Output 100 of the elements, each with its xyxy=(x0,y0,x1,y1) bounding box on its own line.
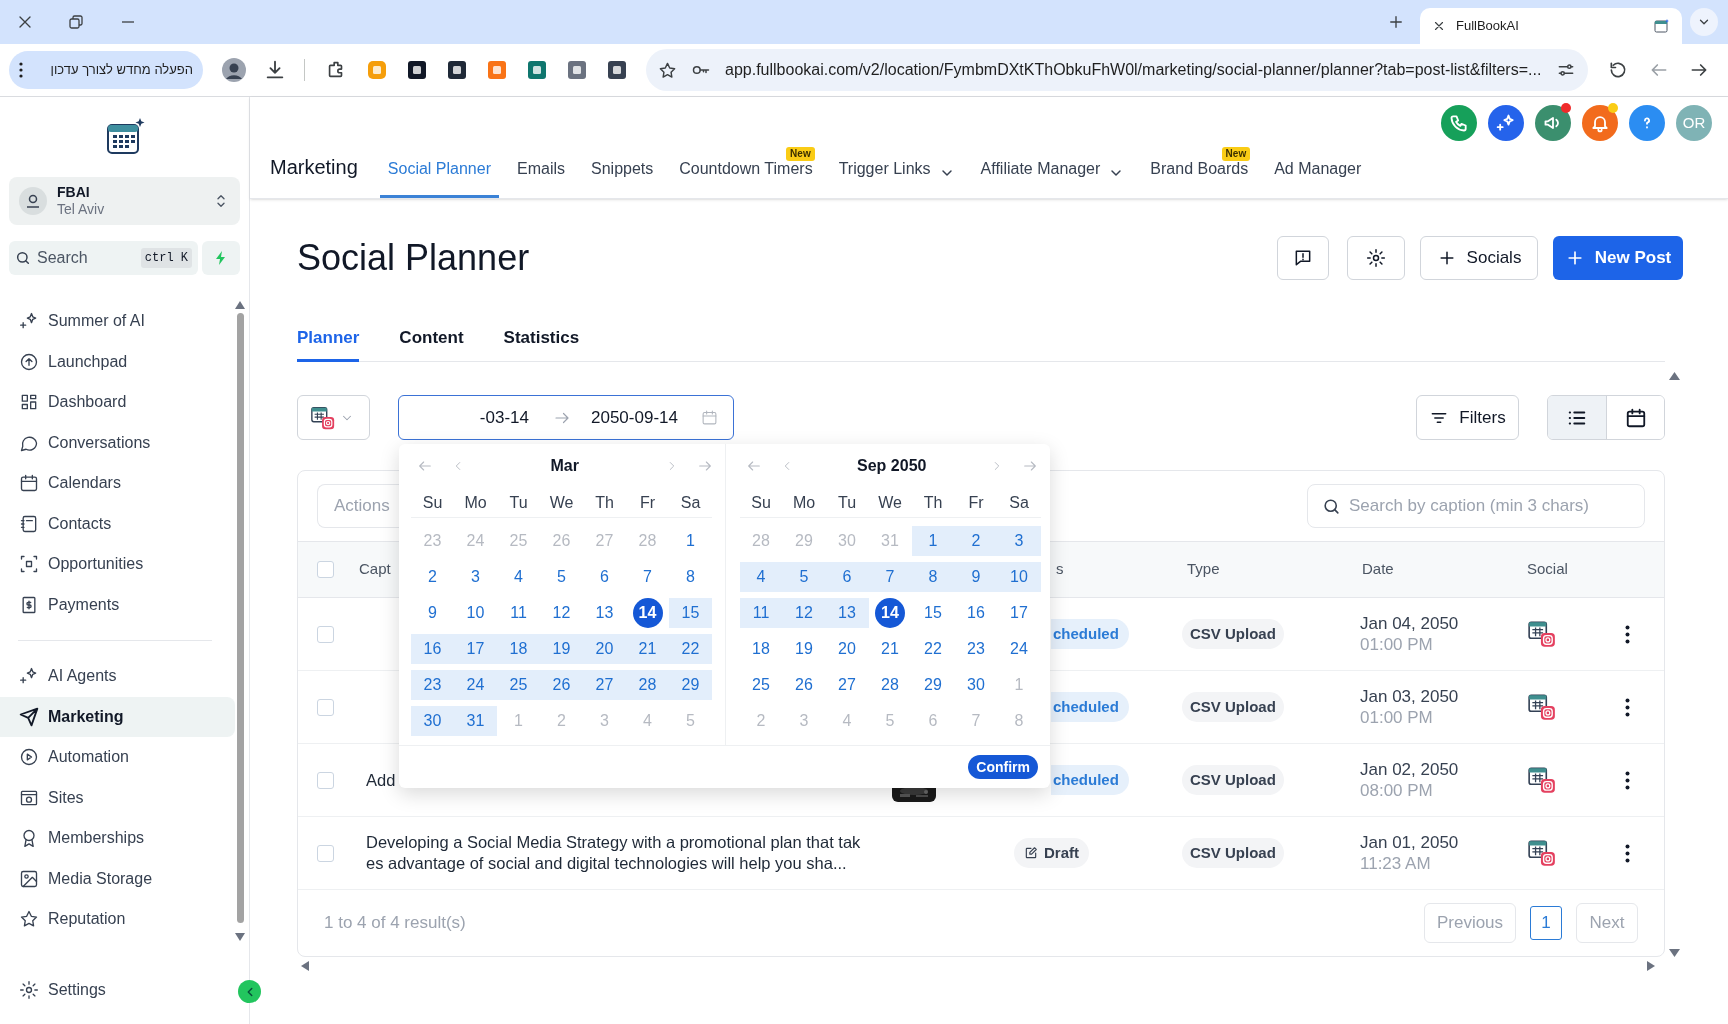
feedback-button[interactable] xyxy=(1277,236,1329,280)
view-toggle[interactable] xyxy=(1606,396,1664,439)
previous-button[interactable]: Previous xyxy=(1424,903,1516,943)
calendar-day[interactable]: 20 xyxy=(832,634,862,664)
calendar-day[interactable]: 3 xyxy=(460,562,491,592)
calendar-day[interactable]: 24 xyxy=(1004,634,1034,664)
nav-tab[interactable]: Emails xyxy=(509,161,573,198)
sidebar-item[interactable]: Automation xyxy=(0,737,235,778)
update-button[interactable]: הפעלה מחדש לצורך עדכון xyxy=(9,51,203,89)
nav-tab[interactable]: Trigger Links xyxy=(830,161,963,198)
calendar-day[interactable]: 11 xyxy=(503,598,534,628)
next-button[interactable]: Next xyxy=(1576,903,1638,943)
nav-tab[interactable]: Ad Manager xyxy=(1266,161,1370,198)
calendar-day[interactable]: 26 xyxy=(789,670,819,700)
calendar-day[interactable]: 22 xyxy=(918,634,948,664)
calendar-day[interactable]: 6 xyxy=(589,562,620,592)
calendar-day[interactable]: 4 xyxy=(503,562,534,592)
calendar-day[interactable]: 27 xyxy=(583,670,626,700)
scroll-up-icon[interactable] xyxy=(1668,372,1680,380)
search-field[interactable]: Search ctrl K xyxy=(9,241,198,275)
filters-button[interactable]: Filters xyxy=(1416,395,1519,440)
sidebar-item[interactable]: Launchpad xyxy=(0,341,235,382)
calendar-day[interactable]: 2 xyxy=(954,526,998,556)
view-toggle[interactable] xyxy=(1548,396,1606,439)
checkbox[interactable] xyxy=(317,625,334,643)
calendar-day[interactable]: 14 xyxy=(632,598,663,628)
calendar-day[interactable]: 3 xyxy=(997,526,1041,556)
scroll-up-icon[interactable] xyxy=(235,301,245,309)
page-tab[interactable]: Content xyxy=(399,316,464,362)
page-button[interactable]: 1 xyxy=(1530,906,1562,940)
nav-tab[interactable]: Countdown Timers xyxy=(671,161,821,198)
column-header[interactable]: Capt xyxy=(359,560,391,578)
calendar-day[interactable]: 14 xyxy=(875,598,905,628)
calendar-day[interactable]: 16 xyxy=(411,634,454,664)
extension-icon[interactable] xyxy=(607,60,627,80)
checkbox[interactable] xyxy=(317,844,334,862)
page-tab[interactable]: Statistics xyxy=(503,316,580,362)
more-icon[interactable] xyxy=(1625,624,1630,644)
calendar-day[interactable]: 16 xyxy=(961,598,991,628)
calendar-day[interactable]: 17 xyxy=(1004,598,1034,628)
calendar-day[interactable]: 7 xyxy=(632,562,663,592)
sidebar-item[interactable]: Settings xyxy=(0,970,200,1010)
address-bar[interactable]: app.fullbookai.com/v2/location/FymbmDXtKThObkuFhW0l/marketing/social-planner/planner?tab=post-list&filters=... xyxy=(646,49,1588,91)
calendar-day[interactable]: 27 xyxy=(832,670,862,700)
column-header[interactable]: Social xyxy=(1527,560,1568,578)
calendar-day[interactable]: 13 xyxy=(825,598,869,628)
calendar-day[interactable]: 18 xyxy=(497,634,540,664)
calendar-day[interactable]: 9 xyxy=(417,598,448,628)
nav-tab[interactable]: Snippets xyxy=(583,161,662,198)
scrollbar-thumb[interactable] xyxy=(236,313,244,923)
calendar-day[interactable]: 1 xyxy=(911,526,955,556)
calendar-day[interactable]: 18 xyxy=(746,634,776,664)
scroll-right-icon[interactable] xyxy=(1647,961,1655,971)
calendar-day[interactable]: 2 xyxy=(417,562,448,592)
sidebar-item[interactable]: AI Agents xyxy=(0,656,235,697)
calendar-day[interactable]: 30 xyxy=(961,670,991,700)
more-icon[interactable] xyxy=(1625,770,1630,790)
calendar-day[interactable]: 29 xyxy=(669,670,712,700)
calendar-day[interactable]: 15 xyxy=(918,598,948,628)
calendar-day[interactable]: 6 xyxy=(825,562,869,592)
sidebar-item[interactable]: Sites xyxy=(0,777,235,818)
sidebar-item[interactable]: Opportunities xyxy=(0,544,235,585)
calendar-day[interactable]: 12 xyxy=(782,598,826,628)
calendar-day[interactable]: 10 xyxy=(460,598,491,628)
megaphone-button[interactable] xyxy=(1535,105,1571,141)
calendar-day[interactable]: 13 xyxy=(589,598,620,628)
nav-tab[interactable]: Social Planner xyxy=(379,161,499,198)
nav-tab[interactable]: Affiliate Manager xyxy=(972,161,1133,198)
sidebar-item[interactable]: Marketing xyxy=(0,696,235,737)
scroll-left-icon[interactable] xyxy=(301,961,309,971)
calendar-day[interactable]: 15 xyxy=(669,598,712,628)
calendar-day[interactable]: 19 xyxy=(789,634,819,664)
more-icon[interactable] xyxy=(1625,697,1630,717)
help-button[interactable] xyxy=(1629,105,1665,141)
calendar-day[interactable]: 12 xyxy=(546,598,577,628)
calendar-day[interactable]: 28 xyxy=(626,670,669,700)
extension-icon[interactable] xyxy=(447,60,467,80)
calendar-day[interactable]: 23 xyxy=(411,670,454,700)
calendar-day[interactable]: 21 xyxy=(875,634,905,664)
extension-icon[interactable] xyxy=(407,60,427,80)
column-header[interactable]: s xyxy=(1056,560,1064,578)
calendar-day[interactable]: 4 xyxy=(739,562,783,592)
calendar-day[interactable]: 28 xyxy=(875,670,905,700)
avatar-icon[interactable] xyxy=(222,58,246,82)
column-header[interactable]: Date xyxy=(1362,560,1394,578)
calendar-day[interactable]: 21 xyxy=(626,634,669,664)
calendar-day[interactable]: 5 xyxy=(782,562,826,592)
calendar-day[interactable]: 25 xyxy=(497,670,540,700)
month-title[interactable]: Sep 2050 xyxy=(793,454,990,478)
sidebar-item[interactable]: Calendars xyxy=(0,463,235,504)
calendar-day[interactable]: 10 xyxy=(997,562,1041,592)
nav-tab[interactable]: Brand Boards xyxy=(1142,161,1257,198)
restore-icon[interactable] xyxy=(68,14,84,30)
browser-tab[interactable]: FullBookAI xyxy=(1420,8,1682,44)
account-switcher[interactable]: FBAI Tel Aviv xyxy=(9,177,240,225)
calendar-day[interactable]: 8 xyxy=(675,562,706,592)
phone-button[interactable] xyxy=(1441,105,1477,141)
sidebar-item[interactable]: Dashboard xyxy=(0,382,235,423)
calendar-day[interactable]: 30 xyxy=(411,706,454,736)
checkbox[interactable] xyxy=(317,561,334,578)
